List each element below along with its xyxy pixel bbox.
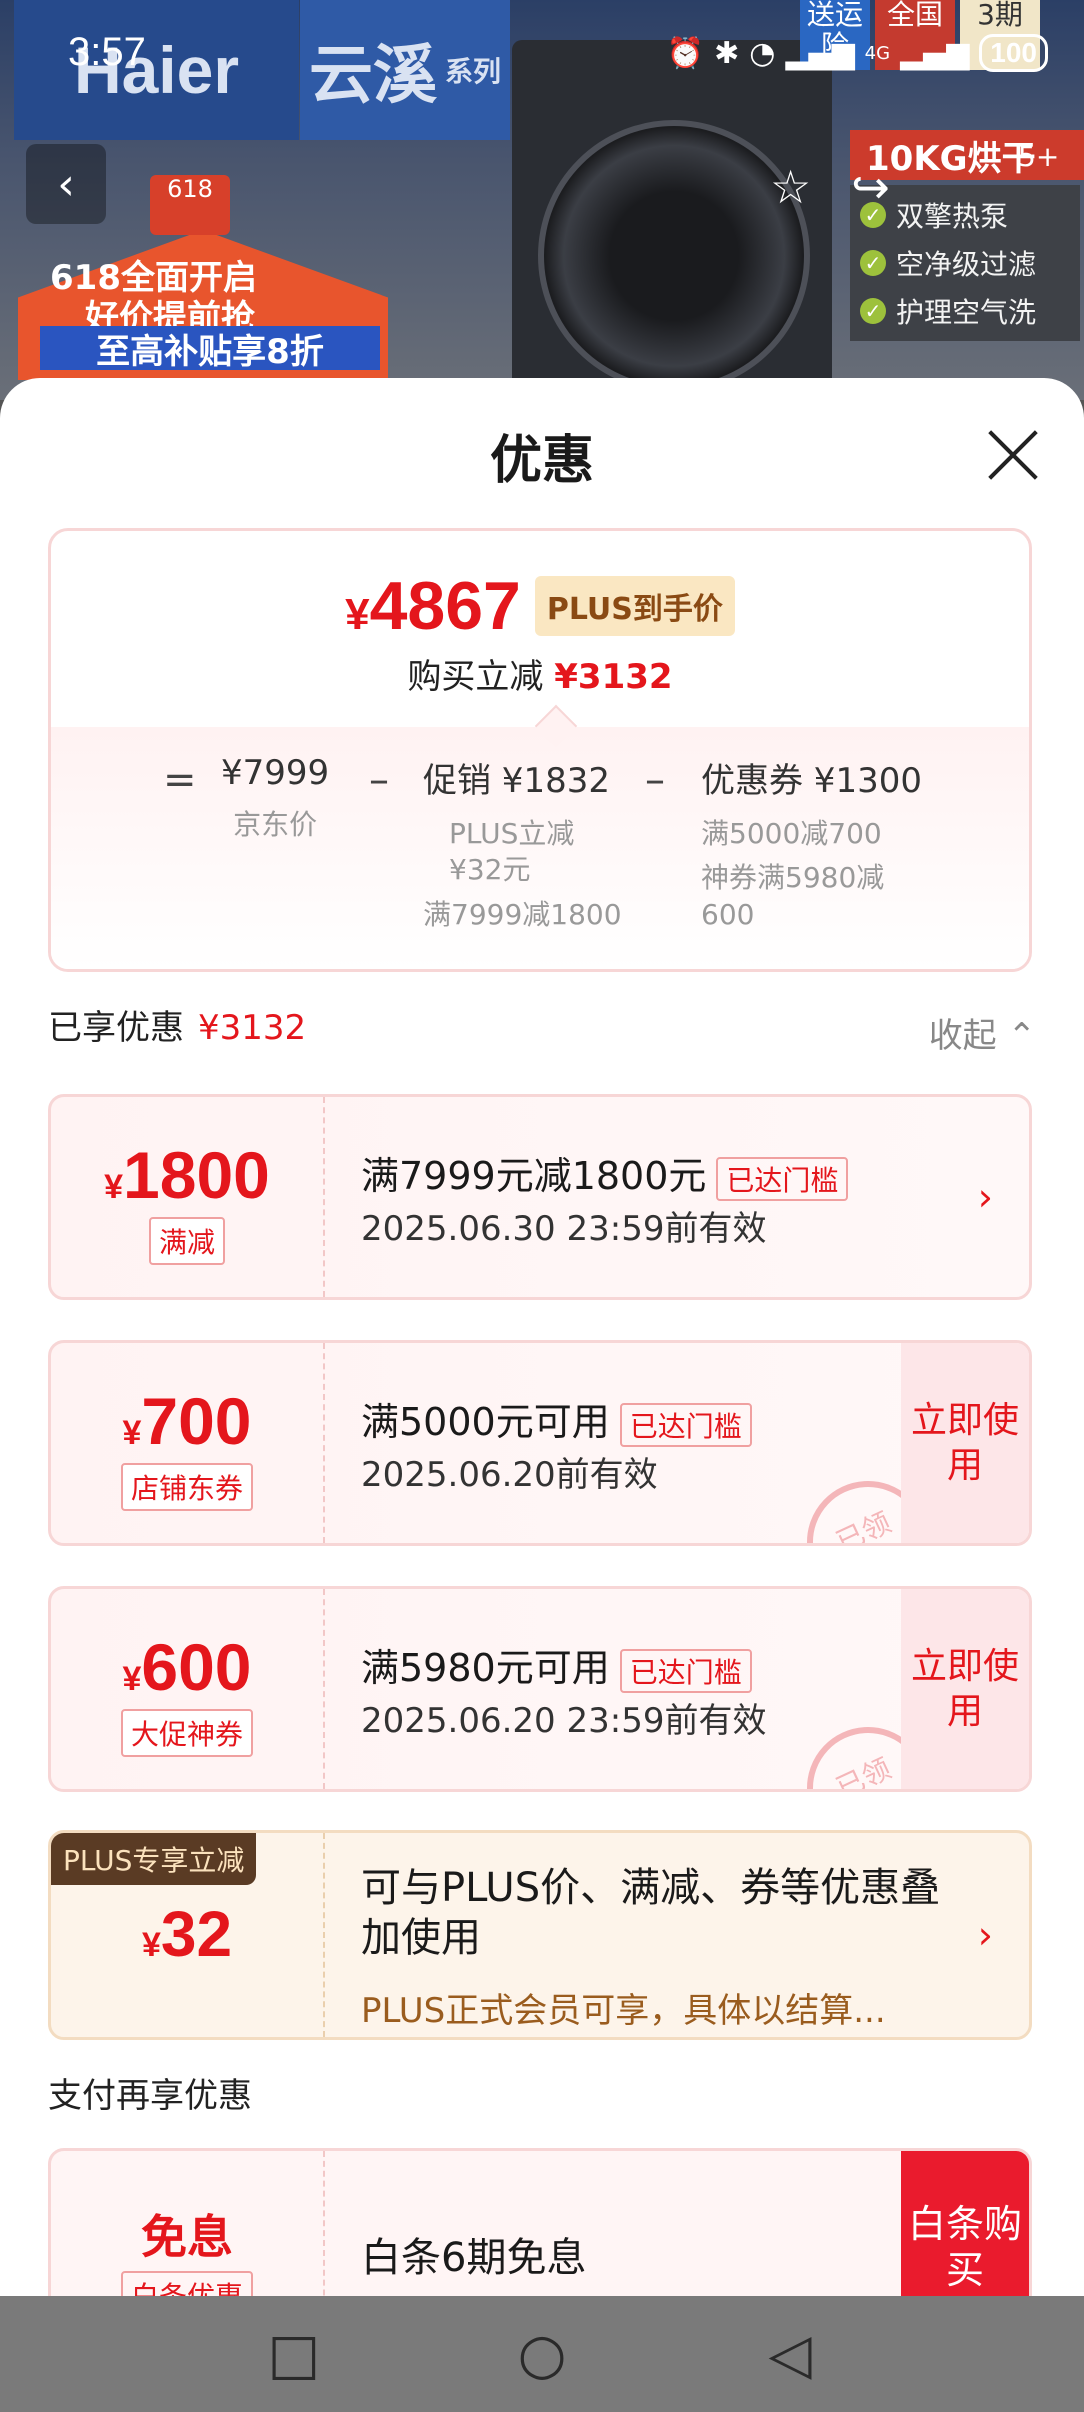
price-summary-card: ¥4867 PLUS到手价 购买立减 ¥3132 = ¥7999 京东价 – 促… xyxy=(48,528,1032,972)
equals-sign: = xyxy=(163,757,197,803)
payment-tag: 白条优惠 xyxy=(120,2271,253,2298)
coupon-type-tag: 满减 xyxy=(148,1217,225,1265)
clock: 3:57 xyxy=(68,30,146,74)
instant-discount: 购买立减 ¥3132 xyxy=(407,657,673,697)
payment-offer-card: 免息 白条优惠 白条6期免息 白条购买 xyxy=(48,2148,1032,2298)
system-nav-bar: □ ○ ◁ xyxy=(0,2296,1084,2412)
alarm-icon: ⏰ xyxy=(666,35,705,71)
wifi-icon: ◔ xyxy=(749,35,776,71)
feature-item: ✓ 空净级过滤 xyxy=(850,239,1080,287)
baitiao-buy-button[interactable]: 白条购买 xyxy=(901,2151,1029,2298)
back-triangle-icon[interactable]: ◁ xyxy=(750,2322,830,2387)
status-bar: 3:57 ⏰ ✱ ◔ ▂▄▆ 4G ▂▄▆ 100 xyxy=(0,0,1084,110)
close-button[interactable] xyxy=(986,428,1040,482)
recent-apps-icon[interactable]: □ xyxy=(254,2322,334,2387)
top-actions: ☆ ↪ xyxy=(770,160,890,214)
use-now-button[interactable]: 立即使用 xyxy=(901,1343,1029,1543)
payment-offer-text: 白条6期免息 xyxy=(361,2235,587,2281)
coupon-col: 优惠券 ¥1300 满5000减700 神券满5980减 600 xyxy=(701,761,922,931)
signal-icon: ▂▄▆ xyxy=(785,35,855,71)
bluetooth-icon: ✱ xyxy=(714,35,740,71)
coupon-card-full-reduction[interactable]: ¥1800 满减 满7999元减1800元 已达门槛 2025.06.30 23:… xyxy=(48,1094,1032,1300)
coupon-validity: 2025.06.20前有效 xyxy=(361,1455,658,1495)
feature-item: ✓ 护理空气洗 xyxy=(850,287,1080,335)
coupon-type-tag: 大促神券 xyxy=(120,1709,253,1757)
chevron-right-icon[interactable]: › xyxy=(978,1913,993,1957)
coupon-amount: ¥600 xyxy=(122,1630,252,1704)
sheet-title: 优惠 xyxy=(489,431,594,491)
coupon-card-store: ¥700 店铺东券 满5000元可用 已达门槛 2025.06.20前有效 已领 … xyxy=(48,1340,1032,1546)
use-now-button[interactable]: 立即使用 xyxy=(901,1589,1029,1789)
image-count: 5+ xyxy=(1018,140,1060,173)
network-type: 4G xyxy=(864,42,891,64)
discount-sheet: 优惠 ¥4867 PLUS到手价 购买立减 ¥3132 = ¥7999 京东价 … xyxy=(0,378,1084,2298)
interest-free-label: 免息 xyxy=(141,2210,233,2264)
coupon-amount: ¥700 xyxy=(122,1384,252,1458)
chevron-left-icon: ‹ xyxy=(57,158,75,210)
back-button[interactable]: ‹ xyxy=(26,144,106,224)
final-price: ¥4867 xyxy=(345,568,521,644)
collapse-toggle[interactable]: 收起 ⌃ xyxy=(929,1008,1036,1057)
signal-icon: ▂▄▆ xyxy=(900,35,970,71)
check-icon: ✓ xyxy=(860,298,886,324)
status-icons: ⏰ ✱ ◔ ▂▄▆ 4G ▂▄▆ 100 xyxy=(667,34,1048,72)
minus-sign: – xyxy=(369,757,389,803)
threshold-met-badge: 已达门槛 xyxy=(716,1156,849,1201)
threshold-met-badge: 已达门槛 xyxy=(619,1648,752,1693)
plus-ribbon: PLUS专享立减 xyxy=(51,1833,257,1885)
coupon-validity: 2025.06.30 23:59前有效 xyxy=(361,1209,767,1249)
coupon-condition: 满7999元减1800元 已达门槛 xyxy=(361,1145,849,1201)
enjoyed-discount-title: 已享优惠 ¥3132 xyxy=(48,1008,307,1048)
plus-note: PLUS正式会员可享，具体以结算... xyxy=(361,1991,886,2031)
plus-price-badge: PLUS到手价 xyxy=(534,576,735,636)
promo-line-3: 至高补贴享8折 xyxy=(40,326,380,372)
coupon-card-promo: ¥600 大促神券 满5980元可用 已达门槛 2025.06.20 23:59前… xyxy=(48,1586,1032,1792)
coupon-condition: 满5980元可用 已达门槛 xyxy=(361,1637,752,1693)
battery-indicator: 100 xyxy=(979,34,1048,72)
plus-amount: ¥32 xyxy=(141,1898,233,1970)
chevron-right-icon[interactable]: › xyxy=(978,1175,993,1219)
payment-section-title: 支付再享优惠 xyxy=(48,2076,252,2116)
plus-discount-card[interactable]: PLUS专享立减 ¥32 可与PLUS价、满减、券等优惠叠加使用 PLUS正式会… xyxy=(48,1830,1032,2040)
jd-price-col: ¥7999 京东价 xyxy=(221,753,330,841)
promo-badge: 618 xyxy=(150,175,230,235)
coupon-validity: 2025.06.20 23:59前有效 xyxy=(361,1701,767,1741)
chevron-up-icon: ⌃ xyxy=(1007,1016,1037,1056)
favorite-icon[interactable]: ☆ xyxy=(770,160,811,214)
coupon-type-tag: 店铺东券 xyxy=(120,1463,253,1511)
coupon-amount: ¥1800 xyxy=(104,1138,270,1212)
home-icon[interactable]: ○ xyxy=(502,2322,582,2387)
share-icon[interactable]: ↪ xyxy=(851,160,890,214)
promo-col: 促销 ¥1832 PLUS立减 ¥32元 满7999减1800 xyxy=(423,761,622,931)
coupon-condition: 满5000元可用 已达门槛 xyxy=(361,1391,752,1447)
minus-sign: – xyxy=(645,757,665,803)
threshold-met-badge: 已达门槛 xyxy=(619,1402,752,1447)
plus-description: 可与PLUS价、满减、券等优惠叠加使用 xyxy=(361,1865,941,1961)
check-icon: ✓ xyxy=(860,250,886,276)
